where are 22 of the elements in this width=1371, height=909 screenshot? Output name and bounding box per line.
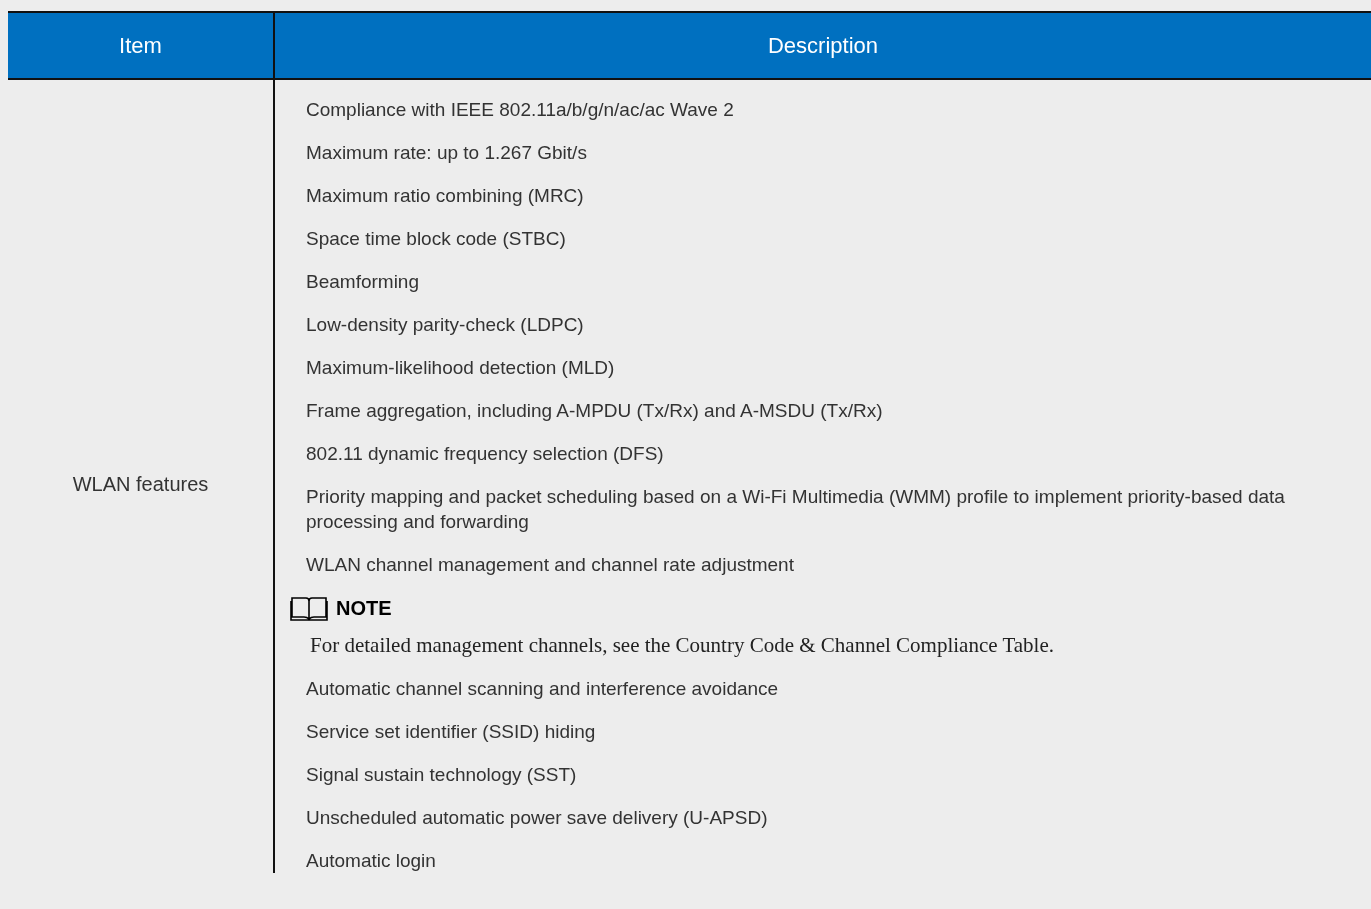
feature-text: Maximum rate: up to 1.267 Gbit/s [306, 141, 588, 165]
note-text: For detailed management channels, see the Country Code & Channel Compliance Table. [310, 633, 1056, 658]
feature-text: Service set identifier (SSID) hiding [306, 720, 597, 744]
feature-text: Maximum ratio combining (MRC) [306, 184, 585, 208]
column-header: Item [8, 13, 273, 80]
note-label: NOTE [336, 596, 392, 620]
feature-text: Priority mapping and packet scheduling based on a Wi-Fi Multimedia (WMM) profile to implement priority-based data processing and forwarding [306, 485, 1286, 534]
feature-text: Space time block code (STBC) [306, 227, 567, 251]
feature-text: Maximum-likelihood detection (MLD) [306, 356, 616, 380]
feature-text: Signal sustain technology (SST) [306, 763, 578, 787]
feature-text: Compliance with IEEE 802.11a/b/g/n/ac/ac Wave 2 [306, 98, 735, 122]
book-icon [290, 595, 328, 621]
feature-text: 802.11 dynamic frequency selection (DFS) [306, 442, 665, 466]
feature-text: Low-density parity-check (LDPC) [306, 313, 585, 337]
feature-text: Beamforming [306, 270, 420, 294]
feature-text: Automatic login [306, 849, 437, 873]
feature-text: Unscheduled automatic power save delivery (U-APSD) [306, 806, 769, 830]
feature-text: WLAN channel management and channel rate adjustment [306, 553, 795, 577]
item-cell-text: WLAN features [72, 472, 209, 496]
column-header: Description [273, 13, 1371, 80]
feature-text: Frame aggregation, including A-MPDU (Tx/Rx) and A-MSDU (Tx/Rx) [306, 399, 884, 423]
feature-text: Automatic channel scanning and interference avoidance [306, 677, 780, 701]
